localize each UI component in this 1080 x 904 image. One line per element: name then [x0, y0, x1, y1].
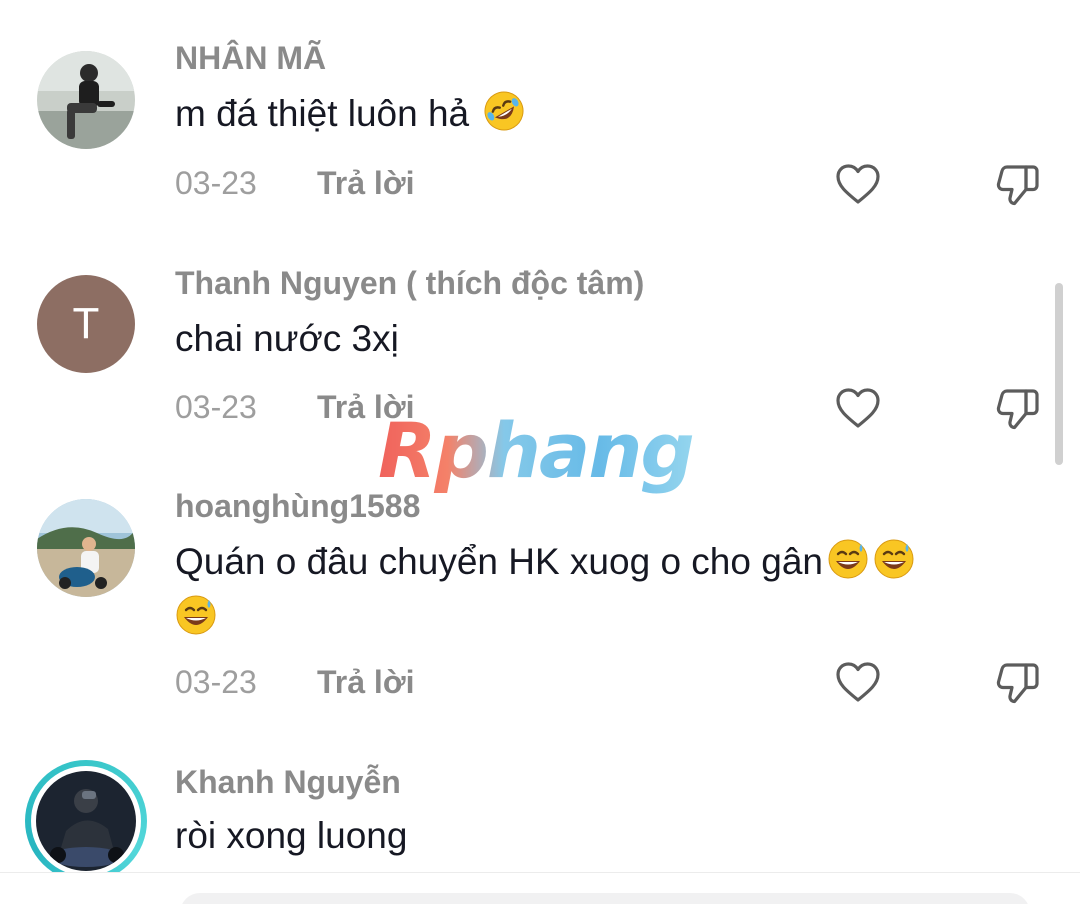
thumbs-down-outline-icon[interactable]	[993, 658, 1043, 708]
comment-date: 03-23	[175, 664, 257, 700]
rolling-on-floor-laughing-icon	[483, 90, 525, 132]
watermark-text: Rphang	[378, 406, 695, 495]
comment-text-body: chai nước 3xị	[175, 318, 399, 359]
comment-username[interactable]: Khanh Nguyễn	[175, 764, 401, 801]
comment-text-body: Quán o đâu chuyển HK xuog o cho gân	[175, 541, 823, 582]
reply-button[interactable]: Trả lời	[317, 664, 414, 701]
heart-outline-icon[interactable]	[833, 384, 883, 434]
heart-outline-icon[interactable]	[833, 658, 883, 708]
avatar[interactable]: T	[37, 275, 135, 373]
comment-date: 03-23	[175, 389, 257, 425]
reply-button[interactable]: Trả lời	[317, 165, 414, 202]
comment-date: 03-23	[175, 165, 257, 201]
avatar[interactable]	[37, 51, 135, 149]
scrollbar[interactable]	[1055, 283, 1063, 465]
comment-username[interactable]: Thanh Nguyen ( thích độc tâm)	[175, 265, 644, 302]
avatar-story-ring[interactable]	[25, 760, 147, 882]
avatar[interactable]	[37, 499, 135, 597]
heart-outline-icon[interactable]	[833, 160, 883, 210]
comment-input-bar	[0, 872, 1080, 904]
thumbs-down-outline-icon[interactable]	[993, 384, 1043, 434]
comment-text: m đá thiệt luôn hả	[175, 86, 1035, 142]
grinning-face-with-sweat-icon	[827, 538, 869, 580]
reply-button[interactable]: Trả lời	[317, 389, 414, 426]
grinning-face-with-sweat-icon	[873, 538, 915, 580]
comments-screen: NHÂN MÃ m đá thiệt luôn hả 03-23 Trả lời…	[0, 0, 1080, 904]
comment-input[interactable]	[180, 893, 1030, 904]
watermark: Rphang	[378, 408, 708, 494]
comment-text: Quán o đâu chuyển HK xuog o cho gân	[175, 534, 1035, 646]
comment-username[interactable]: NHÂN MÃ	[175, 40, 326, 77]
grinning-face-with-sweat-icon	[175, 594, 217, 636]
comment-text-body: ròi xong luong	[175, 815, 408, 856]
comment-text: ròi xong luong	[175, 808, 1035, 864]
avatar-letter: T	[72, 299, 100, 348]
comment-text-body: m đá thiệt luôn hả	[175, 93, 470, 134]
comment-text: chai nước 3xị	[175, 311, 1035, 367]
avatar	[36, 771, 136, 871]
thumbs-down-outline-icon[interactable]	[993, 160, 1043, 210]
avatar-ring-gap	[31, 766, 141, 876]
comment-username[interactable]: hoanghùng1588	[175, 488, 420, 525]
